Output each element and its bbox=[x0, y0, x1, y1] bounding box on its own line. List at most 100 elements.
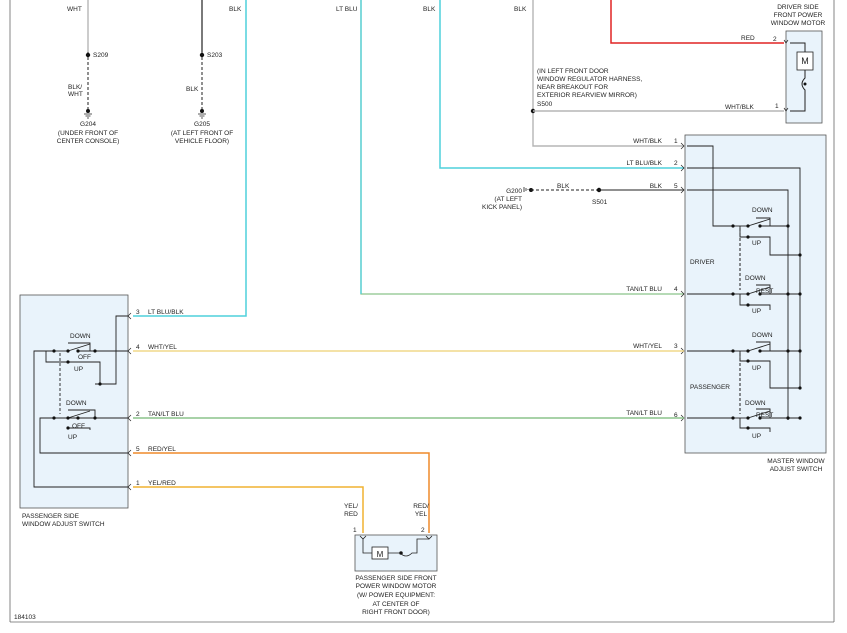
pass-pin2-wire: TAN/LT BLU bbox=[148, 411, 184, 418]
wiring-diagram: WHT S209 BLK/ WHT G204 (UNDER FRONT OF C… bbox=[9, 0, 835, 623]
pass-pin2: 2 bbox=[136, 411, 140, 418]
pass-motor-title-1: PASSENGER SIDE FRONT bbox=[355, 575, 436, 582]
master-pin-markers bbox=[680, 142, 685, 422]
g204-location-1: (UNDER FRONT OF bbox=[58, 130, 118, 137]
pass-motor-title-3: (W/ POWER EQUIPMENT: bbox=[357, 592, 435, 599]
master-switch-title-1: MASTER WINDOW bbox=[767, 458, 825, 465]
pass-motor-title-2: POWER WINDOW MOTOR bbox=[356, 583, 437, 590]
g200-name: G200 bbox=[506, 188, 522, 195]
master-driver-down-2: DOWN bbox=[745, 275, 766, 282]
splice-s203: S203 bbox=[207, 52, 223, 59]
master-pin3: 3 bbox=[674, 343, 678, 350]
wire-lt-blu-blk-passenger bbox=[133, 0, 247, 317]
driver-motor-pin2: 2 bbox=[773, 36, 777, 43]
driver-motor-title-3: WINDOW MOTOR bbox=[771, 20, 826, 27]
pass-switch-off-2: OFF bbox=[72, 423, 85, 430]
pass-pin3-wire: LT BLU/BLK bbox=[148, 309, 184, 316]
wht-ground-circuit bbox=[84, 0, 92, 119]
pass-pin3: 3 bbox=[136, 309, 140, 316]
pass-pin5-wire: RED/YEL bbox=[148, 446, 176, 453]
pass-motor-title-4: AT CENTER OF bbox=[372, 601, 419, 608]
master-pass-up-2: UP bbox=[752, 433, 761, 440]
pass-pin4-wire: WHT/YEL bbox=[148, 344, 177, 351]
pass-motor-pin2: 2 bbox=[421, 527, 425, 534]
master-pin1-wire: WHT/BLK bbox=[633, 138, 663, 145]
passenger-pin-markers bbox=[127, 312, 132, 491]
master-pass-up-1: UP bbox=[752, 365, 761, 372]
pass-motor-pin1-wire-1: YEL/ bbox=[344, 503, 358, 510]
wire-red-driver-motor bbox=[610, 0, 784, 44]
pass-switch-down-1: DOWN bbox=[70, 333, 91, 340]
pass-switch-up-1: UP bbox=[74, 366, 83, 373]
g204-location-2: CENTER CONSOLE) bbox=[57, 138, 119, 145]
pass-motor-pin1: 1 bbox=[353, 527, 357, 534]
g205-name: G205 bbox=[194, 121, 210, 128]
g204-wire-1: BLK/ bbox=[68, 84, 82, 91]
pass-motor-pin2-wire-2: YEL bbox=[415, 511, 428, 518]
pass-pin1: 1 bbox=[136, 480, 140, 487]
splice-s501: S501 bbox=[592, 199, 608, 206]
master-pin2-wire: LT BLU/BLK bbox=[626, 160, 662, 167]
pass-motor-title-5: RIGHT FRONT DOOR) bbox=[362, 609, 430, 616]
g204-name: G204 bbox=[80, 121, 96, 128]
driver-motor-title-1: DRIVER SIDE bbox=[777, 4, 819, 11]
g200-location-1: (AT LEFT bbox=[494, 196, 522, 203]
g200-location-2: KICK PANEL) bbox=[482, 204, 522, 211]
wire-lt-blu-master-4 bbox=[360, 0, 684, 295]
master-driver-rest: REST bbox=[756, 288, 773, 295]
pass-switch-down-2: DOWN bbox=[66, 400, 87, 407]
master-switch-title-2: ADJUST SWITCH bbox=[770, 466, 823, 473]
wire-label-wht: WHT bbox=[67, 6, 82, 13]
splice-s500: S500 bbox=[537, 101, 553, 108]
driver-motor-title-2: FRONT POWER bbox=[774, 12, 823, 19]
g205-location-2: VEHICLE FLOOR) bbox=[175, 138, 229, 145]
g205-wire: BLK bbox=[186, 86, 199, 93]
pass-pin1-wire: YEL/RED bbox=[148, 480, 176, 487]
master-driver-up-1: UP bbox=[752, 240, 761, 247]
pass-switch-title-1: PASSENGER SIDE bbox=[22, 513, 80, 520]
driver-motor-pin2-wire: RED bbox=[741, 35, 755, 42]
master-pin1: 1 bbox=[674, 138, 678, 145]
g200-wire: BLK bbox=[557, 183, 570, 190]
master-pass-rest: REST bbox=[756, 412, 773, 419]
wire-label-blk-2: BLK bbox=[423, 6, 436, 13]
driver-motor-m: M bbox=[801, 56, 809, 66]
s500-note-1: (IN LEFT FRONT DOOR bbox=[537, 68, 609, 75]
g204-wire-2: WHT bbox=[68, 91, 83, 98]
pass-motor-pin1-wire-2: RED bbox=[344, 511, 358, 518]
wire-red-yel bbox=[133, 452, 430, 533]
master-pass-down-2: DOWN bbox=[745, 400, 766, 407]
g205-location-1: (AT LEFT FRONT OF bbox=[171, 130, 233, 137]
driver-motor-pin1-wire: WHT/BLK bbox=[725, 104, 755, 111]
splice-s209: S209 bbox=[93, 52, 109, 59]
pass-motor-pin2-wire-1: RED/ bbox=[413, 503, 429, 510]
pass-switch-off-1: OFF bbox=[78, 354, 91, 361]
master-pin5-wire: BLK bbox=[650, 183, 663, 190]
pass-pin4: 4 bbox=[136, 344, 140, 351]
pass-pin5: 5 bbox=[136, 446, 140, 453]
pass-switch-title-2: WINDOW ADJUST SWITCH bbox=[22, 521, 105, 528]
wire-yel-red bbox=[133, 486, 364, 533]
s500-note-4: EXTERIOR REARVIEW MIRROR) bbox=[537, 92, 637, 99]
master-passenger-label: PASSENGER bbox=[690, 384, 730, 391]
figure-id: 184103 bbox=[14, 614, 36, 621]
master-pin4: 4 bbox=[674, 286, 678, 293]
master-pass-down-1: DOWN bbox=[752, 332, 773, 339]
wire-label-blk-1: BLK bbox=[229, 6, 242, 13]
s500-note-2: WINDOW REGULATOR HARNESS, bbox=[537, 76, 642, 83]
master-pin6-wire: TAN/LT BLU bbox=[626, 410, 662, 417]
s500-note-3: NEAR BREAKOUT FOR bbox=[537, 84, 608, 91]
wire-label-lt-blu: LT BLU bbox=[336, 6, 358, 13]
master-pin4-wire: TAN/LT BLU bbox=[626, 286, 662, 293]
master-driver-down-1: DOWN bbox=[752, 207, 773, 214]
master-driver-label: DRIVER bbox=[690, 259, 715, 266]
driver-motor-box bbox=[785, 30, 823, 124]
master-pin3-wire: WHT/YEL bbox=[633, 343, 662, 350]
driver-motor-pin1: 1 bbox=[775, 103, 779, 110]
master-pin2: 2 bbox=[674, 160, 678, 167]
master-pin5: 5 bbox=[674, 183, 678, 190]
master-driver-up-2: UP bbox=[752, 308, 761, 315]
pass-motor-m: M bbox=[377, 550, 384, 559]
wire-label-blk-3: BLK bbox=[514, 6, 527, 13]
pass-switch-up-2: UP bbox=[68, 434, 77, 441]
